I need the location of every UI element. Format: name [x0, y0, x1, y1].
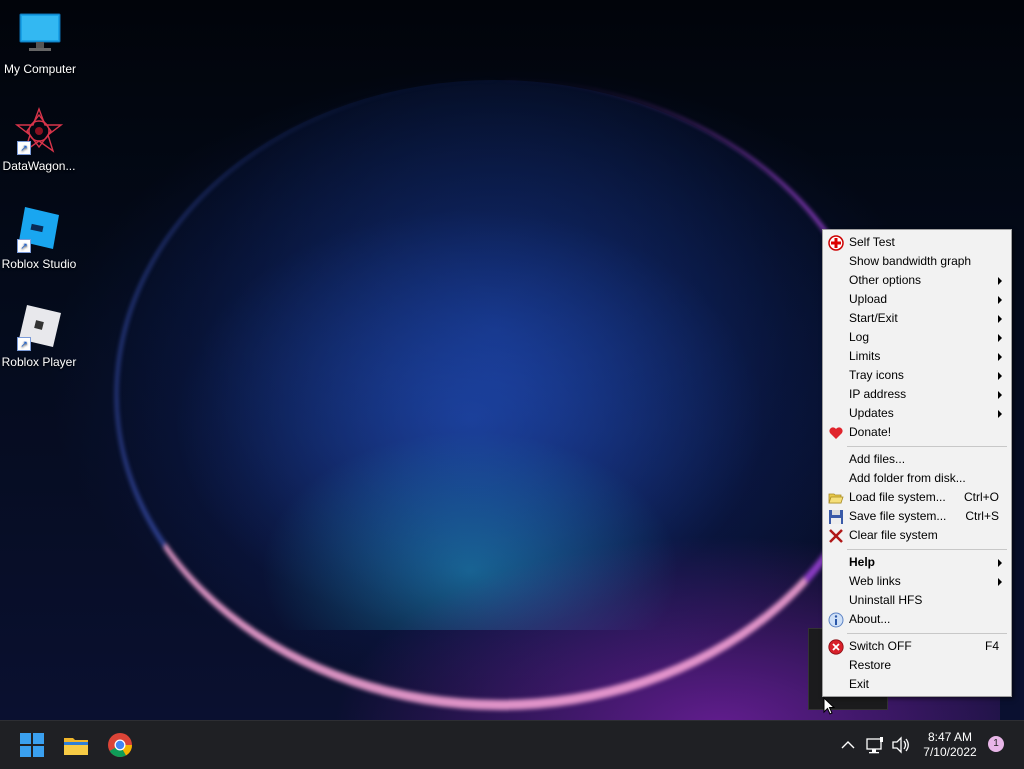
menu-item-tray-icons[interactable]: Tray icons	[825, 366, 1009, 385]
submenu-arrow-icon	[998, 559, 1002, 567]
menu-item-log[interactable]: Log	[825, 328, 1009, 347]
submenu-arrow-icon	[998, 296, 1002, 304]
menu-item-save-file-system[interactable]: Save file system... Ctrl+S	[825, 507, 1009, 526]
menu-item-ip-address[interactable]: IP address	[825, 385, 1009, 404]
desktop-icon-my-computer[interactable]: My Computer	[0, 10, 80, 76]
submenu-arrow-icon	[998, 277, 1002, 285]
folder-icon	[64, 738, 88, 755]
menu-item-help[interactable]: Help	[825, 553, 1009, 572]
start-button[interactable]	[16, 729, 48, 761]
mouse-cursor-icon	[823, 696, 836, 720]
submenu-arrow-icon	[998, 410, 1002, 418]
network-button[interactable]	[864, 729, 886, 761]
chrome-icon	[108, 733, 132, 758]
info-icon	[828, 612, 844, 628]
shortcut-arrow-icon: ↗	[17, 337, 31, 351]
datawagon-icon: ↗	[14, 107, 64, 155]
menu-item-switch-off[interactable]: Switch OFF F4	[825, 637, 1009, 656]
desktop-icon-roblox-player[interactable]: ↗ Roblox Player	[0, 303, 79, 369]
desktop-icon-label: Roblox Studio	[1, 257, 77, 271]
menu-item-clear-file-system[interactable]: Clear file system	[825, 526, 1009, 545]
menu-separator	[847, 633, 1007, 634]
menu-item-start-exit[interactable]: Start/Exit	[825, 309, 1009, 328]
menu-item-limits[interactable]: Limits	[825, 347, 1009, 366]
clock-date: 7/10/2022	[923, 745, 977, 759]
hfs-tray-context-menu: Self Test Show bandwidth graph Other opt…	[822, 229, 1012, 697]
desktop-icon-roblox-studio[interactable]: ↗ Roblox Studio	[0, 205, 79, 271]
menu-item-restore[interactable]: Restore	[825, 656, 1009, 675]
desktop-icon-label: DataWagon...	[2, 159, 76, 173]
submenu-arrow-icon	[998, 353, 1002, 361]
speaker-icon	[892, 736, 909, 754]
show-hidden-icons-button[interactable]	[838, 729, 858, 761]
menu-item-exit[interactable]: Exit	[825, 675, 1009, 694]
red-x-icon	[828, 528, 844, 544]
network-icon	[866, 737, 883, 754]
roblox-player-icon: ↗	[15, 303, 63, 351]
desktop-icon-label: Roblox Player	[1, 355, 77, 369]
volume-button[interactable]	[890, 729, 912, 761]
desktop-icon-label: My Computer	[3, 62, 77, 76]
menu-item-other-options[interactable]: Other options	[825, 271, 1009, 290]
menu-separator	[847, 446, 1007, 447]
submenu-arrow-icon	[998, 334, 1002, 342]
menu-item-uninstall-hfs[interactable]: Uninstall HFS	[825, 591, 1009, 610]
desktop-icon-datawagon[interactable]: ↗ DataWagon...	[0, 107, 79, 173]
clock-time: 8:47 AM	[927, 730, 973, 744]
stop-icon	[828, 639, 844, 655]
taskbar-clock[interactable]: 8:47 AM 7/10/2022	[918, 730, 982, 760]
heart-icon	[828, 425, 844, 441]
file-explorer-button[interactable]	[60, 729, 92, 761]
floppy-disk-icon	[828, 509, 844, 525]
roblox-studio-icon: ↗	[15, 205, 63, 253]
menu-item-self-test[interactable]: Self Test	[825, 233, 1009, 252]
open-folder-icon	[828, 490, 844, 506]
wallpaper-orb-rim	[115, 80, 884, 710]
monitor-icon	[16, 10, 64, 58]
menu-item-add-folder-from-disk[interactable]: Add folder from disk...	[825, 469, 1009, 488]
chrome-button[interactable]	[104, 729, 136, 761]
menu-item-show-bandwidth-graph[interactable]: Show bandwidth graph	[825, 252, 1009, 271]
submenu-arrow-icon	[998, 315, 1002, 323]
shortcut-arrow-icon: ↗	[17, 239, 31, 253]
shortcut-arrow-icon: ↗	[17, 141, 31, 155]
menu-item-donate[interactable]: Donate!	[825, 423, 1009, 442]
menu-item-about[interactable]: About...	[825, 610, 1009, 629]
submenu-arrow-icon	[998, 578, 1002, 586]
menu-item-add-files[interactable]: Add files...	[825, 450, 1009, 469]
chevron-up-icon	[841, 741, 855, 749]
menu-item-load-file-system[interactable]: Load file system... Ctrl+O	[825, 488, 1009, 507]
red-cross-icon	[828, 235, 844, 251]
submenu-arrow-icon	[998, 372, 1002, 380]
taskbar: 8:47 AM 7/10/2022	[0, 720, 1024, 769]
menu-separator	[847, 549, 1007, 550]
windows-logo-icon	[20, 733, 44, 757]
menu-item-updates[interactable]: Updates	[825, 404, 1009, 423]
menu-item-upload[interactable]: Upload	[825, 290, 1009, 309]
submenu-arrow-icon	[998, 391, 1002, 399]
menu-item-web-links[interactable]: Web links	[825, 572, 1009, 591]
notification-badge[interactable]: 1	[988, 736, 1004, 752]
